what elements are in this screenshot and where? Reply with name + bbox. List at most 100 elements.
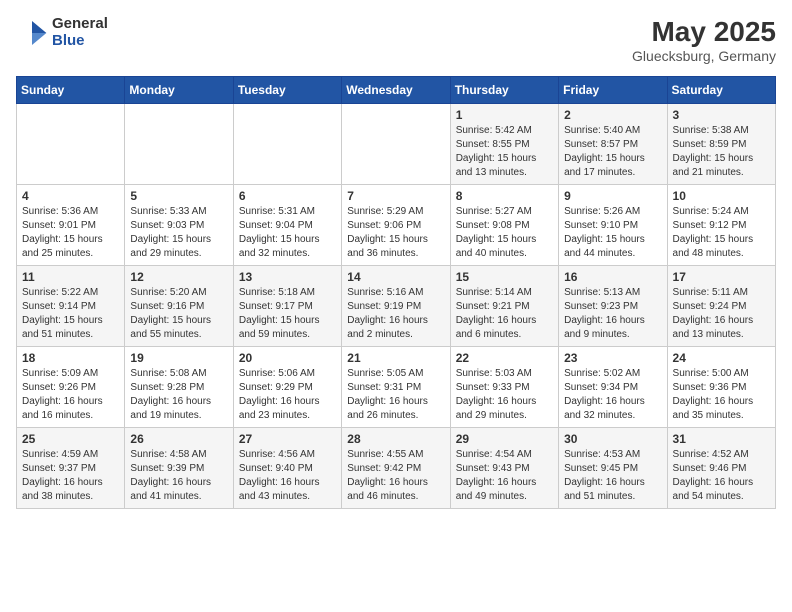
calendar-cell: 11 Sunrise: 5:22 AMSunset: 9:14 PMDayligh… — [17, 266, 125, 347]
day-info: Sunrise: 5:36 AMSunset: 9:01 PMDaylight:… — [22, 205, 119, 261]
calendar-cell: 5 Sunrise: 5:33 AMSunset: 9:03 PMDaylight… — [125, 185, 233, 266]
calendar-cell — [342, 104, 450, 185]
day-number: 24 — [673, 351, 770, 365]
day-number: 2 — [564, 108, 661, 122]
weekday-header-monday: Monday — [125, 77, 233, 104]
day-info: Sunrise: 4:59 AMSunset: 9:37 PMDaylight:… — [22, 448, 119, 504]
day-info: Sunrise: 5:05 AMSunset: 9:31 PMDaylight:… — [347, 367, 444, 423]
calendar-cell: 4 Sunrise: 5:36 AMSunset: 9:01 PMDaylight… — [17, 185, 125, 266]
calendar-cell: 21 Sunrise: 5:05 AMSunset: 9:31 PMDayligh… — [342, 347, 450, 428]
day-number: 10 — [673, 189, 770, 203]
day-info: Sunrise: 4:56 AMSunset: 9:40 PMDaylight:… — [239, 448, 336, 504]
day-number: 18 — [22, 351, 119, 365]
calendar-cell: 2 Sunrise: 5:40 AMSunset: 8:57 PMDaylight… — [559, 104, 667, 185]
day-info: Sunrise: 5:26 AMSunset: 9:10 PMDaylight:… — [564, 205, 661, 261]
day-number: 23 — [564, 351, 661, 365]
day-number: 27 — [239, 432, 336, 446]
weekday-header-wednesday: Wednesday — [342, 77, 450, 104]
day-info: Sunrise: 5:16 AMSunset: 9:19 PMDaylight:… — [347, 286, 444, 342]
day-info: Sunrise: 4:55 AMSunset: 9:42 PMDaylight:… — [347, 448, 444, 504]
calendar-cell: 19 Sunrise: 5:08 AMSunset: 9:28 PMDayligh… — [125, 347, 233, 428]
month-year-title: May 2025 — [632, 16, 776, 48]
day-info: Sunrise: 4:52 AMSunset: 9:46 PMDaylight:… — [673, 448, 770, 504]
weekday-header-sunday: Sunday — [17, 77, 125, 104]
logo-text: General Blue — [52, 16, 108, 49]
day-info: Sunrise: 4:54 AMSunset: 9:43 PMDaylight:… — [456, 448, 553, 504]
weekday-header-saturday: Saturday — [667, 77, 775, 104]
day-number: 30 — [564, 432, 661, 446]
calendar-cell: 20Sunrise: 5:06 AMSunset: 9:29 PMDayligh… — [233, 347, 341, 428]
day-number: 17 — [673, 270, 770, 284]
day-info: Sunrise: 5:11 AMSunset: 9:24 PMDaylight:… — [673, 286, 770, 342]
day-number: 26 — [130, 432, 227, 446]
calendar-cell: 27 Sunrise: 4:56 AMSunset: 9:40 PMDayligh… — [233, 428, 341, 509]
day-info: Sunrise: 5:29 AMSunset: 9:06 PMDaylight:… — [347, 205, 444, 261]
calendar-cell — [125, 104, 233, 185]
day-info: Sunrise: 5:22 AMSunset: 9:14 PMDaylight:… — [22, 286, 119, 342]
day-number: 6 — [239, 189, 336, 203]
day-info: Sunrise: 5:13 AMSunset: 9:23 PMDaylight:… — [564, 286, 661, 342]
day-info: Sunrise: 5:20 AMSunset: 9:16 PMDaylight:… — [130, 286, 227, 342]
day-number: 5 — [130, 189, 227, 203]
calendar-cell: 6 Sunrise: 5:31 AMSunset: 9:04 PMDaylight… — [233, 185, 341, 266]
calendar-cell — [233, 104, 341, 185]
calendar-cell: 1Sunrise: 5:42 AMSunset: 8:55 PMDaylight… — [450, 104, 558, 185]
calendar-cell: 29Sunrise: 4:54 AMSunset: 9:43 PMDayligh… — [450, 428, 558, 509]
day-number: 9 — [564, 189, 661, 203]
day-info: Sunrise: 5:08 AMSunset: 9:28 PMDaylight:… — [130, 367, 227, 423]
day-info: Sunrise: 4:58 AMSunset: 9:39 PMDaylight:… — [130, 448, 227, 504]
day-info: Sunrise: 4:53 AMSunset: 9:45 PMDaylight:… — [564, 448, 661, 504]
day-info: Sunrise: 5:03 AMSunset: 9:33 PMDaylight:… — [456, 367, 553, 423]
day-number: 8 — [456, 189, 553, 203]
calendar-cell: 9 Sunrise: 5:26 AMSunset: 9:10 PMDaylight… — [559, 185, 667, 266]
day-number: 22 — [456, 351, 553, 365]
calendar-cell: 14 Sunrise: 5:16 AMSunset: 9:19 PMDayligh… — [342, 266, 450, 347]
calendar-header: SundayMondayTuesdayWednesdayThursdayFrid… — [17, 77, 776, 104]
day-number: 11 — [22, 270, 119, 284]
logo: General Blue — [16, 16, 108, 49]
calendar-cell: 24 Sunrise: 5:00 AMSunset: 9:36 PMDayligh… — [667, 347, 775, 428]
day-number: 13 — [239, 270, 336, 284]
calendar-body: 1Sunrise: 5:42 AMSunset: 8:55 PMDaylight… — [17, 104, 776, 509]
calendar-cell: 7 Sunrise: 5:29 AMSunset: 9:06 PMDaylight… — [342, 185, 450, 266]
day-info: Sunrise: 5:02 AMSunset: 9:34 PMDaylight:… — [564, 367, 661, 423]
day-number: 28 — [347, 432, 444, 446]
weekday-header-thursday: Thursday — [450, 77, 558, 104]
day-number: 1 — [456, 108, 553, 122]
calendar-cell — [17, 104, 125, 185]
calendar-table: SundayMondayTuesdayWednesdayThursdayFrid… — [16, 76, 776, 509]
day-number: 19 — [130, 351, 227, 365]
day-number: 4 — [22, 189, 119, 203]
logo-general: General — [52, 16, 108, 33]
page-header: General Blue May 2025 Gluecksburg, Germa… — [16, 16, 776, 64]
day-info: Sunrise: 5:31 AMSunset: 9:04 PMDaylight:… — [239, 205, 336, 261]
calendar-week-2: 4 Sunrise: 5:36 AMSunset: 9:01 PMDaylight… — [17, 185, 776, 266]
day-number: 31 — [673, 432, 770, 446]
day-info: Sunrise: 5:18 AMSunset: 9:17 PMDaylight:… — [239, 286, 336, 342]
day-number: 21 — [347, 351, 444, 365]
location-subtitle: Gluecksburg, Germany — [632, 48, 776, 64]
calendar-week-5: 25 Sunrise: 4:59 AMSunset: 9:37 PMDayligh… — [17, 428, 776, 509]
day-info: Sunrise: 5:33 AMSunset: 9:03 PMDaylight:… — [130, 205, 227, 261]
weekday-header-friday: Friday — [559, 77, 667, 104]
day-info: Sunrise: 5:38 AMSunset: 8:59 PMDaylight:… — [673, 124, 770, 180]
day-info: Sunrise: 5:14 AMSunset: 9:21 PMDaylight:… — [456, 286, 553, 342]
day-info: Sunrise: 5:40 AMSunset: 8:57 PMDaylight:… — [564, 124, 661, 180]
calendar-cell: 13 Sunrise: 5:18 AMSunset: 9:17 PMDayligh… — [233, 266, 341, 347]
weekday-header-tuesday: Tuesday — [233, 77, 341, 104]
day-number: 16 — [564, 270, 661, 284]
calendar-cell: 25 Sunrise: 4:59 AMSunset: 9:37 PMDayligh… — [17, 428, 125, 509]
day-number: 25 — [22, 432, 119, 446]
calendar-week-3: 11 Sunrise: 5:22 AMSunset: 9:14 PMDayligh… — [17, 266, 776, 347]
calendar-cell: 31 Sunrise: 4:52 AMSunset: 9:46 PMDayligh… — [667, 428, 775, 509]
day-number: 12 — [130, 270, 227, 284]
calendar-cell: 26 Sunrise: 4:58 AMSunset: 9:39 PMDayligh… — [125, 428, 233, 509]
day-info: Sunrise: 5:00 AMSunset: 9:36 PMDaylight:… — [673, 367, 770, 423]
day-number: 14 — [347, 270, 444, 284]
logo-blue: Blue — [52, 33, 108, 50]
calendar-cell: 10Sunrise: 5:24 AMSunset: 9:12 PMDayligh… — [667, 185, 775, 266]
day-number: 3 — [673, 108, 770, 122]
calendar-cell: 16 Sunrise: 5:13 AMSunset: 9:23 PMDayligh… — [559, 266, 667, 347]
calendar-week-1: 1Sunrise: 5:42 AMSunset: 8:55 PMDaylight… — [17, 104, 776, 185]
day-number: 7 — [347, 189, 444, 203]
